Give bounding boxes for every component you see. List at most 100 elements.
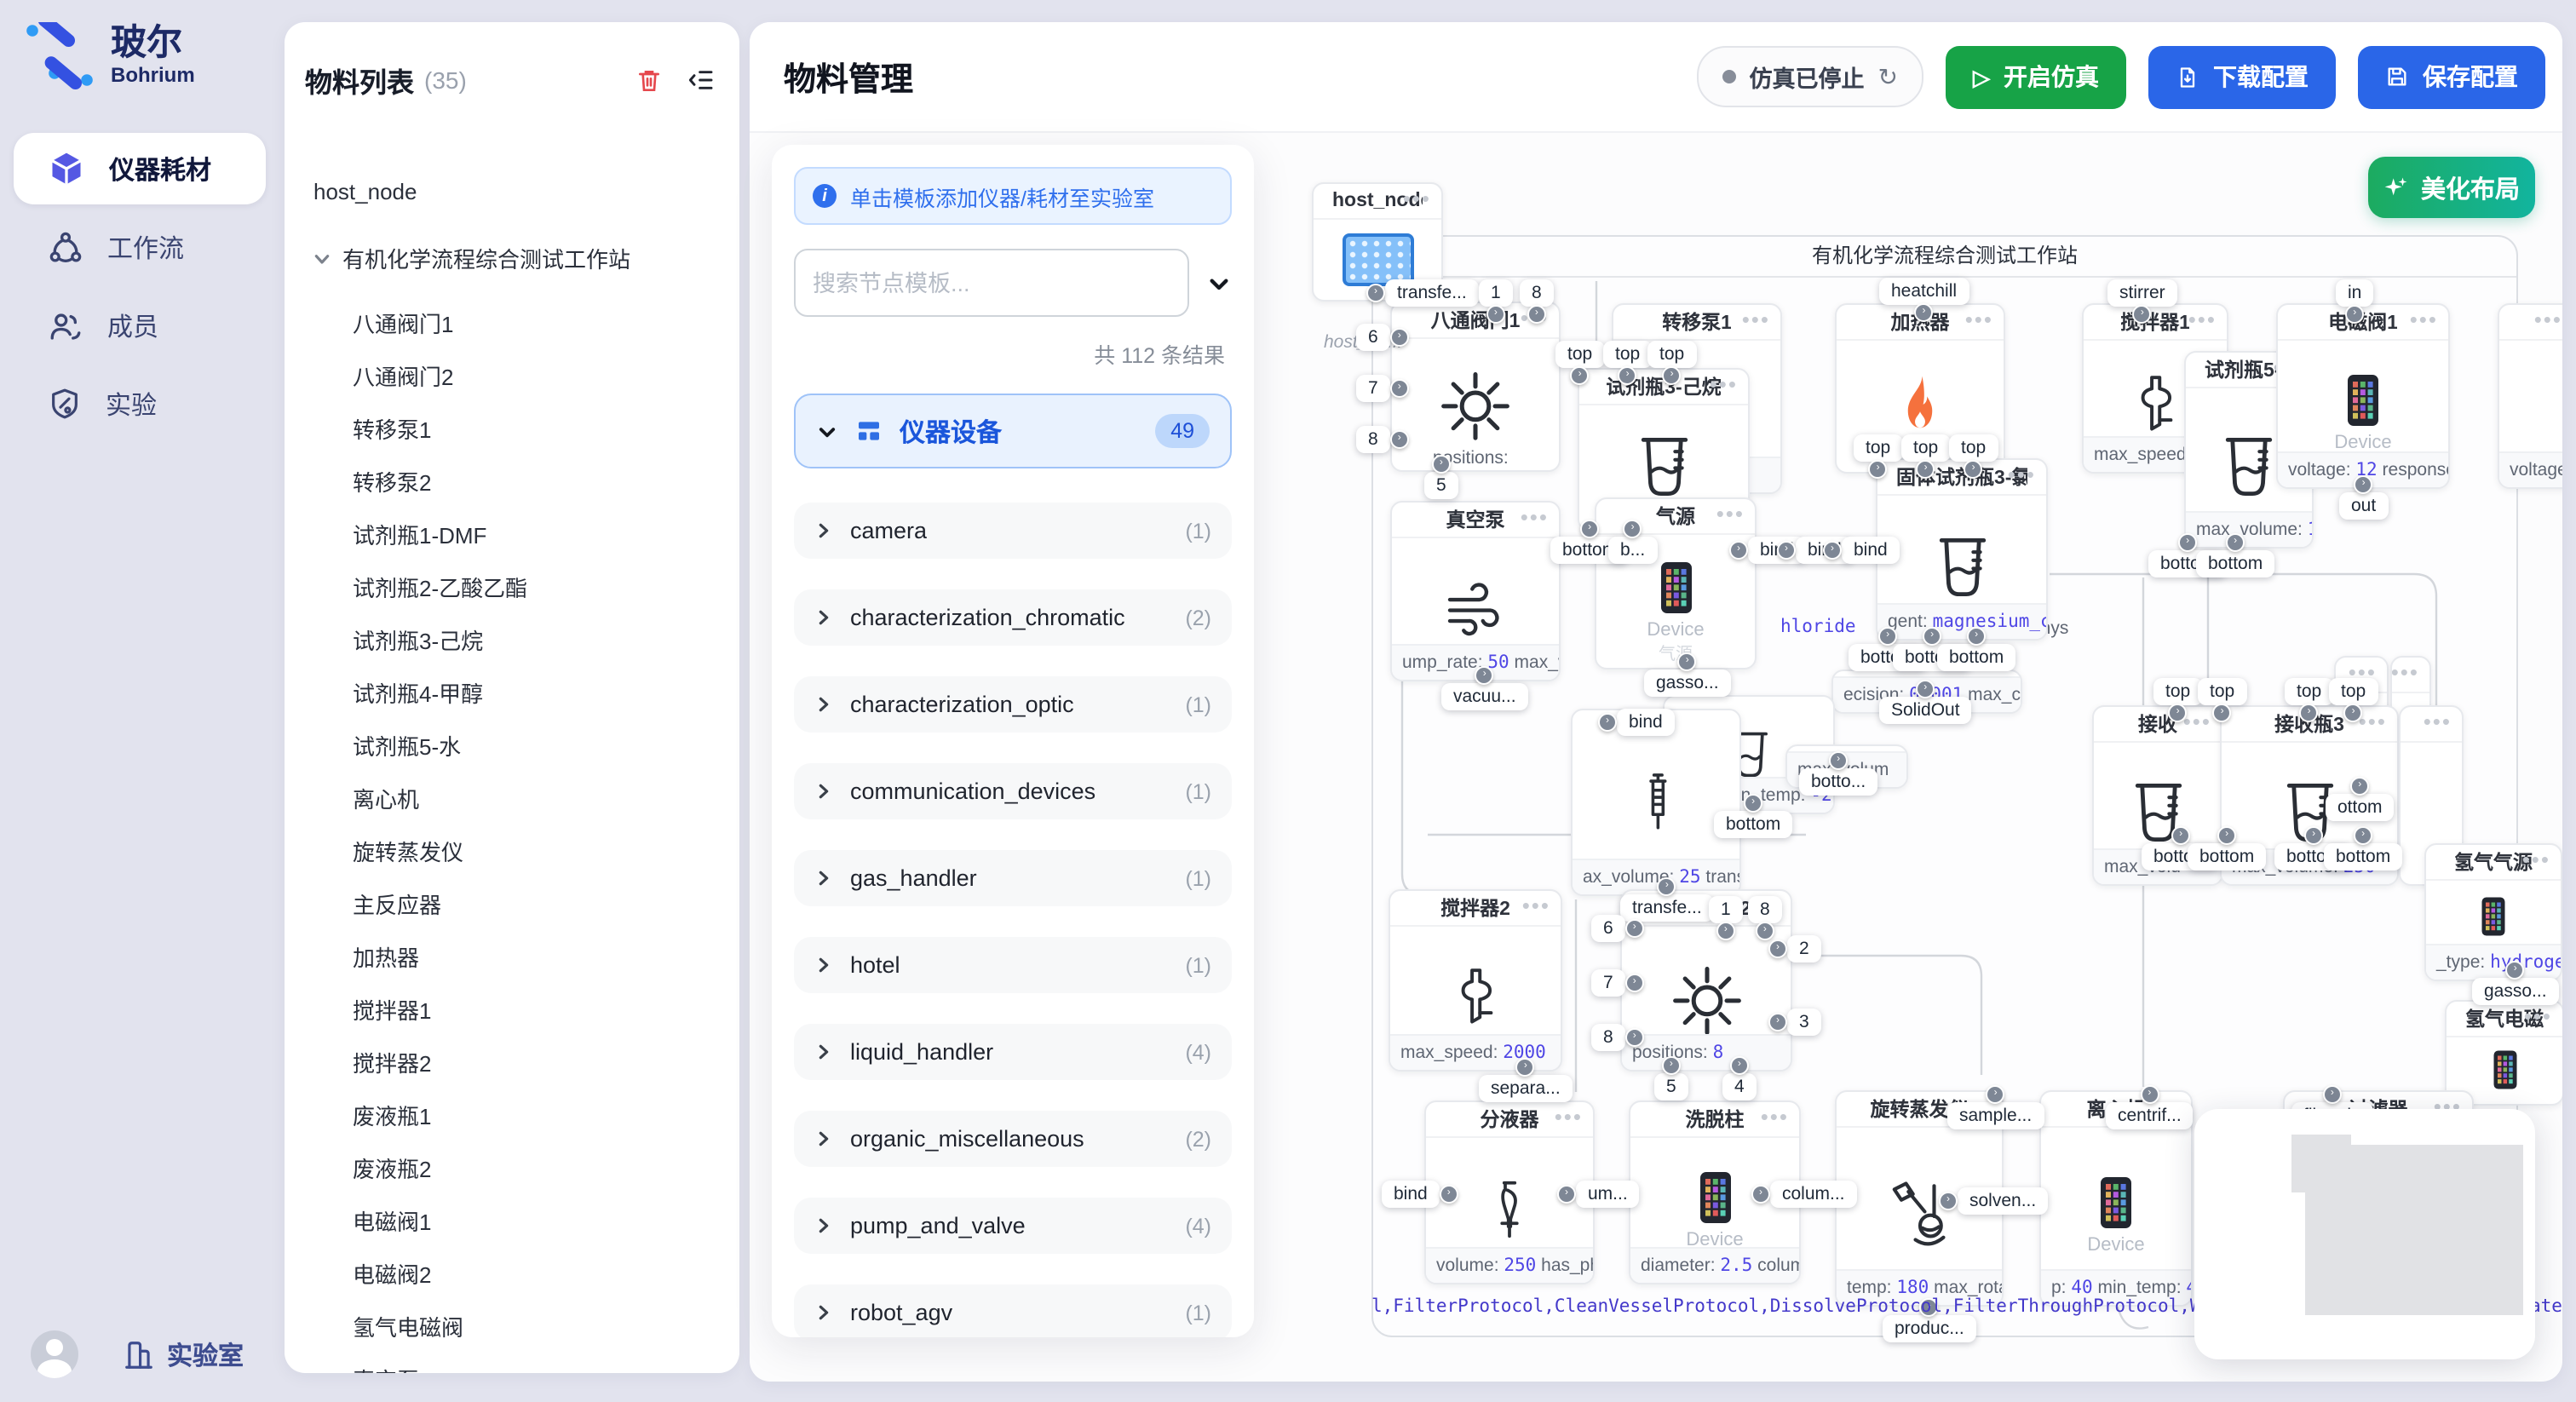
port-chip-top[interactable]: top›: [2329, 678, 2378, 705]
tree-item[interactable]: 搅拌器2: [285, 1036, 739, 1089]
search-input[interactable]: [794, 249, 1189, 317]
category-characterization_chromatic[interactable]: characterization_chromatic (2): [794, 589, 1232, 646]
tree-item[interactable]: 八通阀门2: [285, 349, 739, 402]
port-chip-b[interactable]: b...›: [1608, 537, 1657, 564]
port-dot-icon[interactable]: ›: [1571, 366, 1590, 385]
tree-item[interactable]: 离心机: [285, 772, 739, 825]
port-chip-8[interactable]: 8›: [1591, 1024, 1625, 1051]
port-chip-produc[interactable]: produc...›: [1883, 1315, 1976, 1342]
port-chip-ottom[interactable]: ottom›: [2326, 794, 2395, 821]
avatar[interactable]: [31, 1330, 78, 1378]
port-dot-icon[interactable]: ›: [1625, 974, 1644, 992]
port-chip-separa[interactable]: separa...›: [1479, 1075, 1573, 1102]
port-dot-icon[interactable]: ›: [2344, 704, 2363, 722]
port-dot-icon[interactable]: ›: [1916, 680, 1935, 698]
port-chip-vacuu[interactable]: vacuu...›: [1441, 683, 1528, 710]
port-chip-7[interactable]: 7›: [1591, 969, 1625, 997]
port-chip-top[interactable]: top›: [1949, 434, 1998, 462]
canvas-node-搅拌器2[interactable]: 搅拌器2•••max_speed: 2000: [1389, 889, 1562, 1072]
sidebar-item-cube[interactable]: 仪器耗材: [14, 133, 266, 204]
tree-item[interactable]: 试剂瓶5-水: [285, 719, 739, 772]
category-robot_agv[interactable]: robot_agv (1): [794, 1284, 1232, 1337]
port-dot-icon[interactable]: ›: [1869, 460, 1888, 479]
canvas-node-氢气气源[interactable]: 氢气气源•••Device_type: hydrogen max_pre: [2424, 843, 2562, 981]
port-chip-8[interactable]: 8›: [1748, 896, 1782, 923]
minimap[interactable]: [2194, 1109, 2535, 1359]
tree-item[interactable]: 废液瓶2: [285, 1141, 739, 1194]
port-dot-icon[interactable]: ›: [1440, 1185, 1458, 1204]
port-dot-icon[interactable]: ›: [1730, 1056, 1749, 1075]
port-chip-bottom[interactable]: bottom›: [2196, 550, 2274, 577]
port-dot-icon[interactable]: ›: [2323, 1085, 2342, 1104]
port-dot-icon[interactable]: ›: [1580, 520, 1599, 538]
port-chip-stirrer[interactable]: stirrer›: [2107, 279, 2177, 307]
port-chip-bottom[interactable]: bottom›: [1937, 644, 2015, 671]
port-chip-7[interactable]: 7›: [1356, 375, 1390, 402]
port-chip-bottom[interactable]: bottom›: [2324, 843, 2402, 871]
port-dot-icon[interactable]: ›: [1678, 652, 1697, 671]
port-dot-icon[interactable]: ›: [1390, 379, 1409, 398]
port-dot-icon[interactable]: ›: [1878, 627, 1897, 646]
port-dot-icon[interactable]: ›: [1729, 541, 1748, 560]
port-dot-icon[interactable]: ›: [1967, 627, 1986, 646]
tree-item[interactable]: 试剂瓶1-DMF: [285, 508, 739, 560]
port-dot-icon[interactable]: ›: [1475, 666, 1494, 685]
port-chip-centrif[interactable]: centrif...›: [2106, 1102, 2194, 1129]
node-menu-icon[interactable]: •••: [2424, 709, 2452, 734]
port-chip-top[interactable]: top›: [1555, 341, 1604, 368]
category-gas_handler[interactable]: gas_handler (1): [794, 850, 1232, 906]
port-chip-bind[interactable]: bind›: [1617, 709, 1675, 736]
port-chip-6[interactable]: 6›: [1591, 915, 1625, 942]
port-chip-out[interactable]: out›: [2339, 492, 2388, 520]
port-chip-botto[interactable]: botto...›: [1799, 768, 1877, 796]
tree-item[interactable]: 废液瓶1: [285, 1089, 739, 1141]
simulation-status-pill[interactable]: 仿真已停止 ↻: [1697, 46, 1923, 107]
port-dot-icon[interactable]: ›: [1658, 877, 1676, 896]
port-dot-icon[interactable]: ›: [1915, 303, 1934, 322]
canvas-node-fragment[interactable]: •••voltage: 12: [2498, 303, 2562, 489]
port-dot-icon[interactable]: ›: [1390, 430, 1409, 449]
tree-item[interactable]: 八通阀门1: [285, 296, 739, 349]
tree-item-workstation[interactable]: 有机化学流程综合测试工作站: [285, 232, 739, 284]
port-dot-icon[interactable]: ›: [1829, 751, 1848, 770]
port-dot-icon[interactable]: ›: [1777, 541, 1796, 560]
category-communication_devices[interactable]: communication_devices (1): [794, 763, 1232, 819]
port-dot-icon[interactable]: ›: [1964, 460, 1983, 479]
refresh-icon[interactable]: ↻: [1878, 62, 1898, 91]
node-menu-icon[interactable]: •••: [2188, 307, 2217, 332]
node-menu-icon[interactable]: •••: [1761, 1104, 1789, 1129]
port-dot-icon[interactable]: ›: [2355, 475, 2373, 494]
port-dot-icon[interactable]: ›: [2506, 961, 2525, 980]
beautify-layout-button[interactable]: 美化布局: [2368, 157, 2535, 218]
category-hotel[interactable]: hotel (1): [794, 937, 1232, 993]
port-chip-1[interactable]: 1›: [1709, 896, 1743, 923]
port-chip-top[interactable]: top›: [1647, 341, 1696, 368]
node-menu-icon[interactable]: •••: [2410, 307, 2438, 332]
port-chip-5[interactable]: 5›: [1654, 1073, 1688, 1100]
node-menu-icon[interactable]: •••: [2183, 709, 2211, 734]
port-dot-icon[interactable]: ›: [2217, 826, 2236, 845]
canvas-node-fragment[interactable]: ax_volume: 25 transfer_rate: 10: [1571, 709, 1741, 896]
node-menu-icon[interactable]: •••: [1742, 307, 1770, 332]
chevron-down-icon[interactable]: [1206, 270, 1232, 296]
port-dot-icon[interactable]: ›: [1624, 520, 1642, 538]
port-dot-icon[interactable]: ›: [1390, 328, 1409, 347]
tree-item[interactable]: 主反应器: [285, 877, 739, 930]
port-dot-icon[interactable]: ›: [1756, 922, 1774, 940]
category-pump_and_valve[interactable]: pump_and_valve (4): [794, 1198, 1232, 1254]
port-dot-icon[interactable]: ›: [1432, 455, 1451, 474]
port-chip-top[interactable]: top›: [2153, 678, 2202, 705]
tree-item[interactable]: 加热器: [285, 930, 739, 983]
port-dot-icon[interactable]: ›: [2300, 704, 2319, 722]
node-menu-icon[interactable]: •••: [1521, 504, 1549, 530]
port-dot-icon[interactable]: ›: [1917, 460, 1935, 479]
category-characterization_optic[interactable]: characterization_optic (1): [794, 676, 1232, 733]
port-chip-bottom[interactable]: bottom›: [2188, 843, 2266, 871]
port-chip-gasso[interactable]: gasso...›: [1644, 669, 1731, 697]
canvas-node-八通阀门1[interactable]: 八通阀门1•••: [1390, 302, 1561, 472]
port-dot-icon[interactable]: ›: [2213, 704, 2232, 722]
tree-item[interactable]: 转移泵1: [285, 402, 739, 455]
canvas-node-固体试剂瓶3-氯化镁[interactable]: 固体试剂瓶3-氯化镁•••gent: magnesium_chloride: [1876, 458, 2048, 641]
port-chip-2[interactable]: 2›: [1787, 935, 1821, 962]
category-camera[interactable]: camera (1): [794, 503, 1232, 559]
